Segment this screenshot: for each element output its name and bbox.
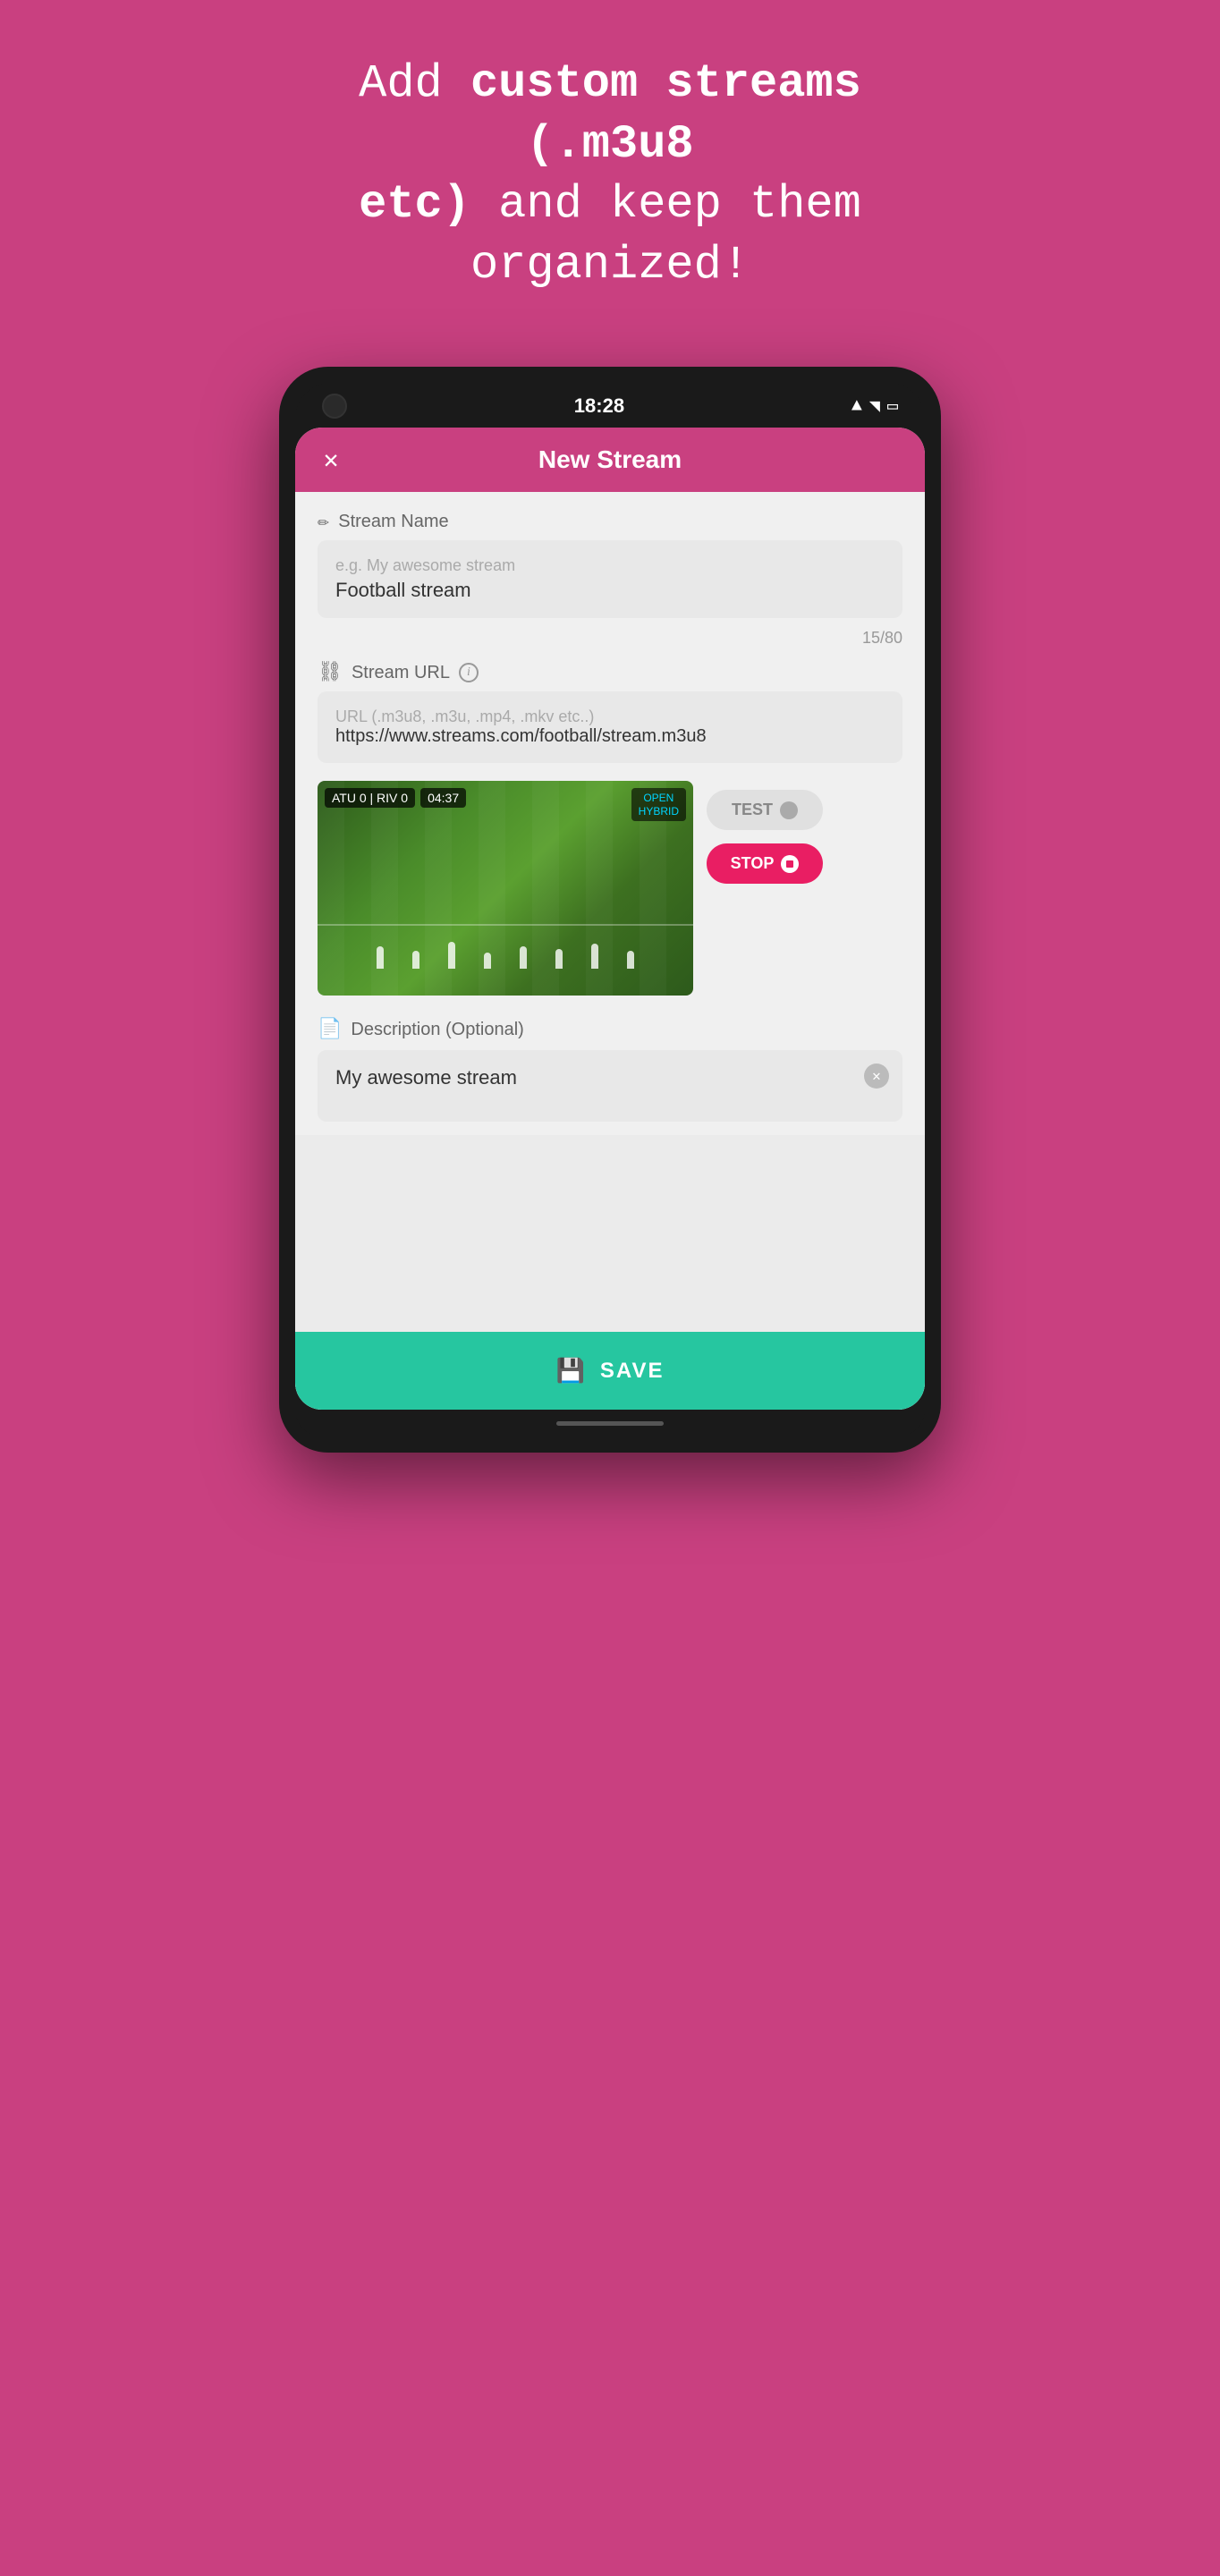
stream-name-section: ✏ Stream Name e.g. My awesome stream Foo… (295, 492, 925, 627)
battery-icon: ▭ (887, 394, 898, 418)
info-icon[interactable]: i (459, 663, 479, 682)
page-title: New Stream (538, 445, 682, 474)
video-preview: ATU 0 | RIV 0 04:37 OPENHYBRID (318, 781, 693, 996)
pen-icon: ✏ (318, 510, 329, 533)
description-section: 📄 Description (Optional) My awesome stre… (295, 1009, 925, 1135)
score-badge: ATU 0 | RIV 0 (325, 788, 415, 808)
phone-screen: ✕ New Stream ✏ Stream Name e.g. My aweso… (295, 428, 925, 1410)
stream-url-input[interactable]: URL (.m3u8, .m3u, .mp4, .mkv etc..) http… (318, 691, 902, 763)
camera-notch (322, 394, 347, 419)
save-label: SAVE (600, 1359, 665, 1384)
video-overlay-top: ATU 0 | RIV 0 04:37 (325, 788, 466, 808)
hero-line1: Add custom streams (.m3u8etc) and keep t… (359, 57, 861, 292)
doc-icon: 📄 (318, 1018, 342, 1041)
home-bar (295, 1410, 925, 1436)
stop-button[interactable]: STOP (707, 843, 823, 884)
status-icons: ▲ ◥ ▭ (851, 394, 898, 418)
phone-mockup: 18:28 ▲ ◥ ▭ ✕ New Stream ✏ Stream Name e… (279, 367, 941, 1453)
signal-icon: ◥ (869, 394, 880, 418)
home-indicator (556, 1421, 664, 1426)
stream-name-value: Football stream (335, 579, 885, 602)
save-icon: 💾 (556, 1357, 587, 1385)
video-test-area: ATU 0 | RIV 0 04:37 OPENHYBRID (295, 767, 925, 1009)
stream-name-label-row: ✏ Stream Name (318, 510, 902, 533)
stop-icon (781, 855, 799, 873)
link-icon: ⛓ (318, 661, 343, 684)
stream-name-label: Stream Name (338, 512, 448, 532)
hero-text: Add custom streams (.m3u8etc) and keep t… (279, 54, 941, 295)
description-input[interactable]: My awesome stream ✕ (318, 1050, 902, 1122)
stream-name-input[interactable]: e.g. My awesome stream Football stream (318, 540, 902, 618)
stop-label: STOP (731, 854, 775, 873)
timer-badge: 04:37 (420, 788, 466, 808)
action-buttons: TEST STOP (707, 781, 823, 884)
empty-content-area (295, 1135, 925, 1332)
test-label: TEST (732, 801, 773, 819)
close-button[interactable]: ✕ (313, 442, 349, 478)
clear-description-button[interactable]: ✕ (864, 1063, 889, 1089)
description-label-row: 📄 Description (Optional) (318, 1018, 902, 1041)
char-count: 15/80 (295, 627, 925, 648)
app-header: ✕ New Stream (295, 428, 925, 492)
save-button[interactable]: 💾 SAVE (295, 1332, 925, 1410)
url-placeholder: URL (.m3u8, .m3u, .mp4, .mkv etc..) (335, 708, 885, 726)
url-value: https://www.streams.com/football/stream.… (335, 726, 885, 747)
description-value: My awesome stream (335, 1066, 885, 1089)
play-icon (780, 801, 798, 819)
test-button[interactable]: TEST (707, 790, 823, 830)
open-badge: OPENHYBRID (631, 788, 686, 821)
form-area: ✏ Stream Name e.g. My awesome stream Foo… (295, 492, 925, 1410)
wifi-icon: ▲ (851, 396, 862, 417)
description-label: Description (Optional) (351, 1020, 523, 1040)
status-time: 18:28 (574, 394, 624, 418)
stream-url-section: ⛓ Stream URL i URL (.m3u8, .m3u, .mp4, .… (295, 648, 925, 767)
stream-url-label: Stream URL (352, 663, 450, 683)
stream-url-label-row: ⛓ Stream URL i (318, 661, 902, 684)
stream-name-placeholder: e.g. My awesome stream (335, 556, 885, 575)
status-bar: 18:28 ▲ ◥ ▭ (295, 383, 925, 428)
